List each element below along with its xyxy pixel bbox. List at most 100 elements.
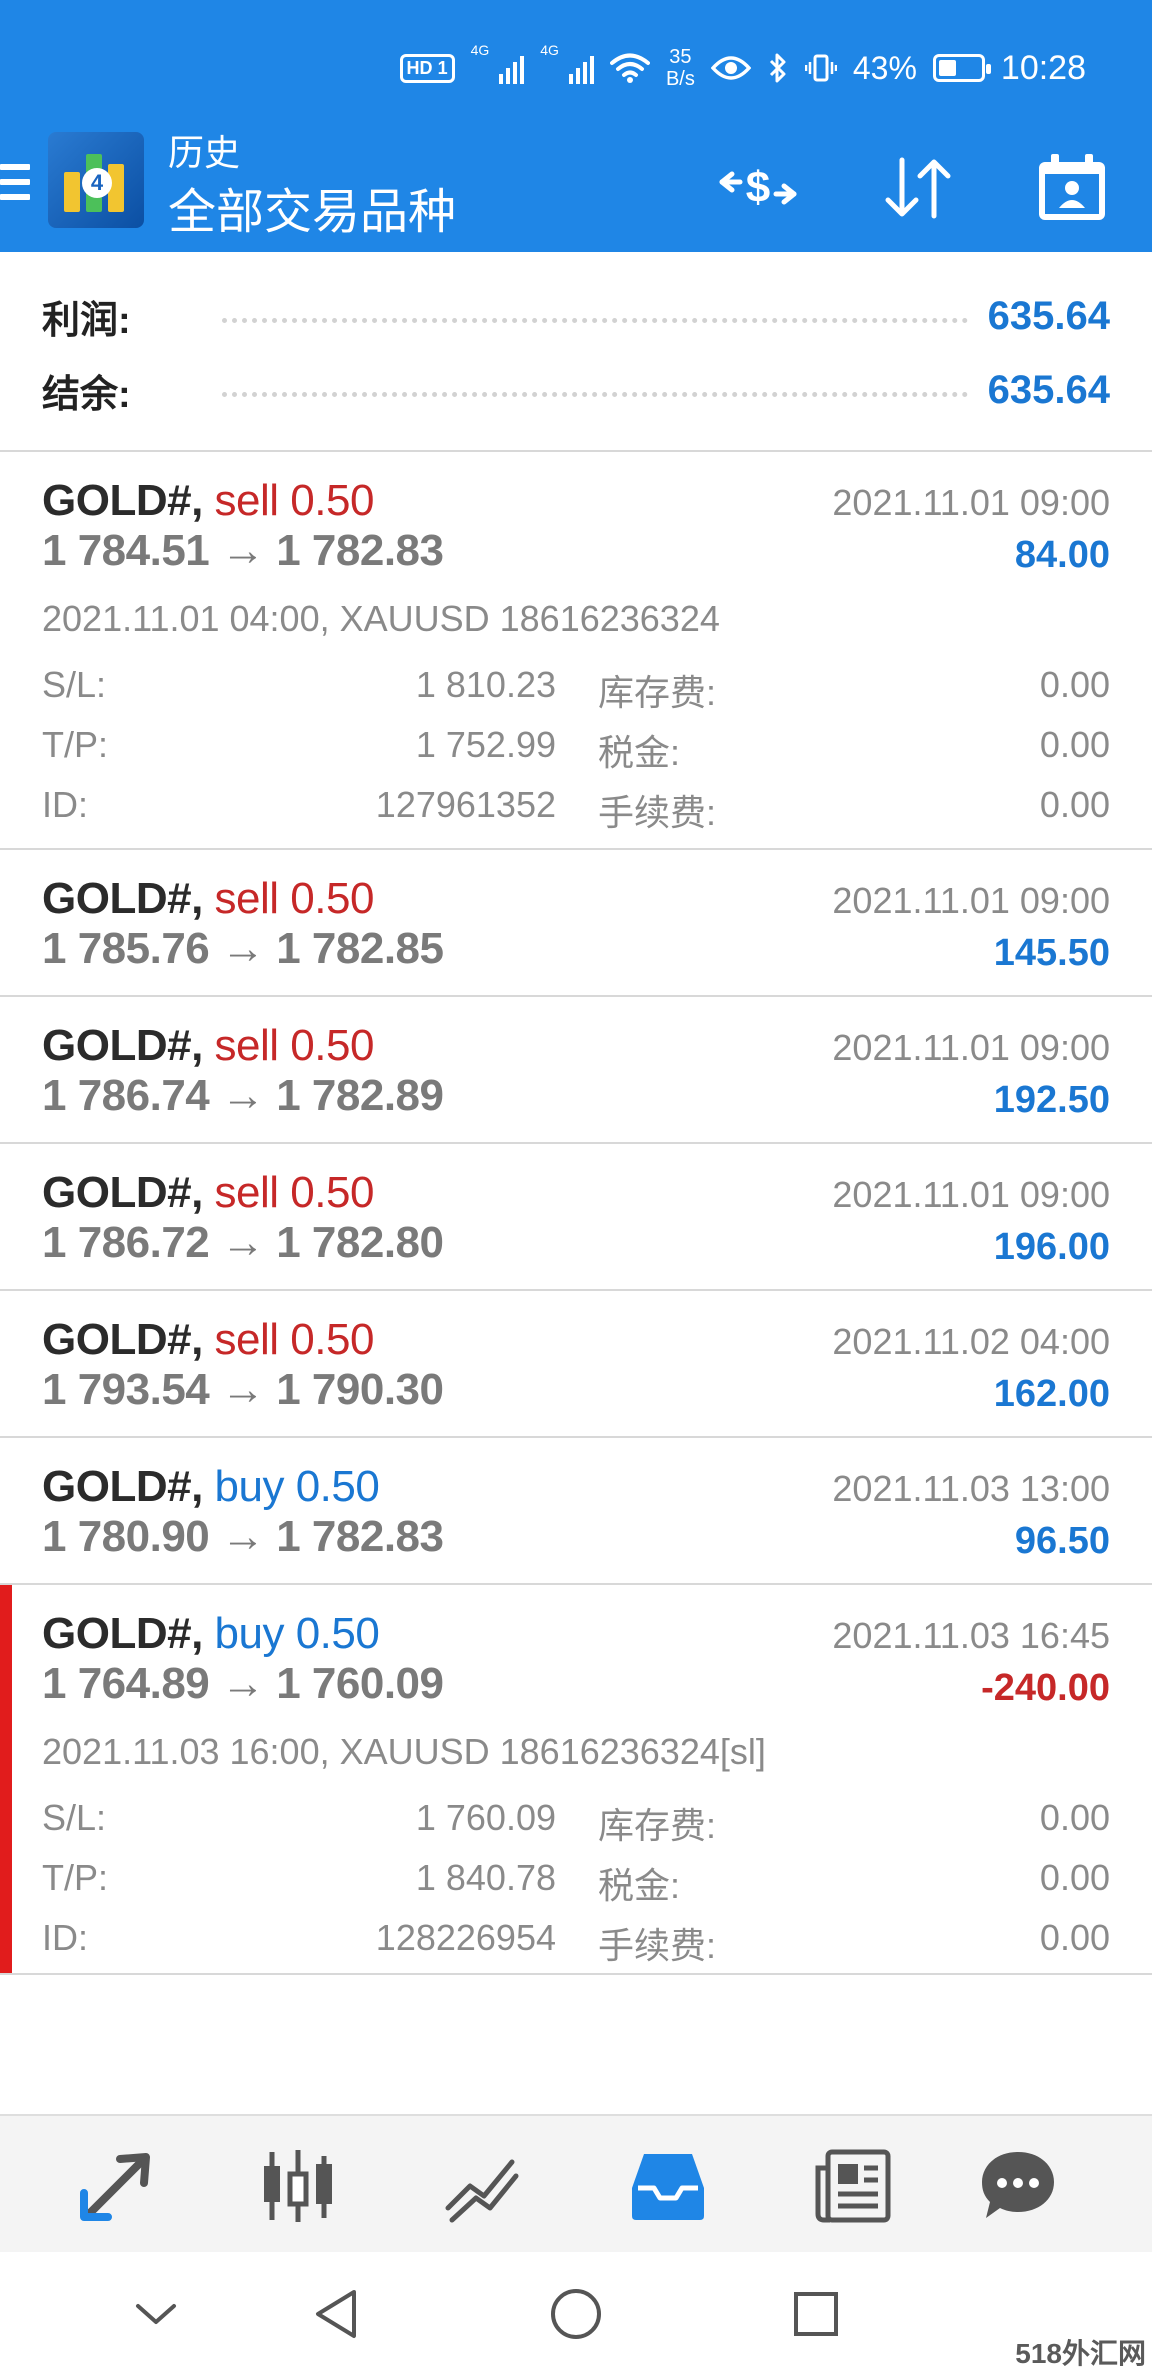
- app-bar: 4 历史 全部交易品种 $: [0, 120, 1152, 252]
- id-value: 128226954: [375, 1917, 556, 1958]
- trade-symbol: GOLD#,: [42, 1021, 203, 1070]
- trade-profit: 192.50: [993, 1079, 1110, 1121]
- detail-row: ID: 127961352 手续费: 0.00: [42, 776, 1110, 836]
- network-speed-value: 35: [669, 46, 692, 68]
- trade-row[interactable]: GOLD#, buy 0.50 1 780.90 → 1 782.83 2021…: [0, 1438, 1152, 1585]
- trade-row-selected[interactable]: GOLD#, buy 0.50 1 764.89 → 1 760.09 2021…: [0, 1585, 1152, 1975]
- system-nav-bar: 518外汇网: [0, 2252, 1152, 2376]
- trade-side: sell 0.50: [214, 1021, 375, 1070]
- trade-prices: 1 786.72 → 1 782.80: [42, 1218, 444, 1267]
- sl-value: 1 760.09: [415, 1797, 556, 1838]
- bluetooth-icon: [769, 53, 786, 83]
- chat-bubble-icon[interactable]: [970, 2144, 1066, 2228]
- recents-square-icon[interactable]: [780, 2278, 852, 2350]
- trade-symbol-line: GOLD#, buy 0.50: [42, 1609, 380, 1659]
- detail-row: ID: 128226954 手续费: 0.00: [42, 1909, 1110, 1969]
- trade-side: sell 0.50: [214, 1315, 375, 1364]
- app-logo: 4: [48, 132, 144, 228]
- trade-symbol: GOLD#,: [42, 874, 203, 923]
- trade-row[interactable]: GOLD#, sell 0.50 1 786.74 → 1 782.89 202…: [0, 997, 1152, 1144]
- trend-lines-icon[interactable]: [434, 2144, 530, 2228]
- battery-fill: [938, 60, 956, 76]
- trade-profit: 84.00: [1014, 534, 1110, 576]
- hd-voice-icon: HD 1: [399, 53, 455, 83]
- logo-badge: 4: [82, 168, 112, 198]
- trade-prices: 1 793.54 → 1 790.30: [42, 1365, 444, 1414]
- battery-icon: [932, 54, 991, 82]
- tax-label: 税金:: [598, 732, 681, 773]
- fee-value: 0.00: [1039, 1917, 1110, 1958]
- sl-label: S/L:: [42, 1797, 107, 1838]
- sort-icon[interactable]: [878, 148, 958, 228]
- home-circle-icon[interactable]: [540, 2278, 612, 2350]
- id-label: ID:: [42, 784, 89, 825]
- network-type-1: 4G: [470, 42, 490, 58]
- trade-prices: 1 784.51 → 1 782.83: [42, 526, 444, 575]
- sl-value: 1 810.23: [415, 664, 556, 705]
- sl-label: S/L:: [42, 664, 107, 705]
- top-bar: HD 1 4G 4G 35 B/s 43% 10:28 4 历史 全部交易品种 …: [0, 0, 1152, 252]
- trade-close-time: 2021.11.02 04:00: [832, 1321, 1110, 1362]
- dotted-leader: [222, 317, 968, 323]
- network-speed: 35 B/s: [666, 46, 695, 90]
- trade-row[interactable]: GOLD#, sell 0.50 1 785.76 → 1 782.85 202…: [0, 850, 1152, 997]
- battery-percent: 43%: [852, 49, 917, 86]
- trade-side: buy 0.50: [214, 1462, 380, 1511]
- status-bar: HD 1 4G 4G 35 B/s 43% 10:28: [0, 0, 1152, 120]
- trade-profit: 162.00: [993, 1373, 1110, 1415]
- trade-row[interactable]: GOLD#, sell 0.50 1 793.54 → 1 790.30 202…: [0, 1291, 1152, 1438]
- symbol-filter-title[interactable]: 全部交易品种: [168, 172, 456, 242]
- svg-text:$: $: [746, 163, 770, 212]
- trade-row[interactable]: GOLD#, sell 0.50 1 786.72 → 1 782.80 202…: [0, 1144, 1152, 1291]
- summary-panel: 利润: 635.64 结余: 635.64: [0, 252, 1152, 452]
- chevron-down-icon[interactable]: [120, 2278, 192, 2350]
- hd-sim-label: 1: [437, 57, 448, 78]
- trade-profit: 196.00: [993, 1226, 1110, 1268]
- trade-profit: 145.50: [993, 932, 1110, 974]
- back-triangle-icon[interactable]: [300, 2278, 372, 2350]
- trade-symbol-line: GOLD#, sell 0.50: [42, 1021, 374, 1071]
- trade-close-time: 2021.11.03 16:45: [832, 1615, 1110, 1656]
- trade-open-info: 2021.11.03 16:00, XAUUSD 18616236324[sl]: [42, 1731, 766, 1772]
- trade-symbol-line: GOLD#, sell 0.50: [42, 476, 374, 526]
- id-value: 127961352: [375, 784, 556, 825]
- profit-value: 635.64: [987, 293, 1110, 338]
- detail-row: T/P: 1 752.99 税金: 0.00: [42, 716, 1110, 776]
- id-label: ID:: [42, 1917, 89, 1958]
- tp-value: 1 752.99: [415, 724, 556, 765]
- eye-icon: [710, 56, 751, 80]
- trade-prices: 1 785.76 → 1 782.85: [42, 924, 444, 973]
- trade-close-time: 2021.11.01 09:00: [832, 1027, 1110, 1068]
- quotes-arrows-icon[interactable]: [68, 2144, 164, 2228]
- tax-value: 0.00: [1039, 1857, 1110, 1898]
- tp-label: T/P:: [42, 724, 109, 765]
- hd-label: HD: [406, 57, 433, 78]
- trade-symbol: GOLD#,: [42, 1462, 203, 1511]
- trade-close-time: 2021.11.01 09:00: [832, 1174, 1110, 1215]
- trade-prices: 1 780.90 → 1 782.83: [42, 1512, 444, 1561]
- dotted-leader: [222, 391, 968, 397]
- network-speed-unit: B/s: [665, 68, 695, 90]
- menu-icon[interactable]: [0, 164, 30, 204]
- trade-row[interactable]: GOLD#, sell 0.50 1 784.51 → 1 782.83 202…: [0, 452, 1152, 850]
- wifi-icon: [609, 53, 650, 83]
- detail-row: S/L: 1 810.23 库存费: 0.00: [42, 656, 1110, 716]
- news-icon[interactable]: [804, 2144, 900, 2228]
- trade-side: buy 0.50: [214, 1609, 380, 1658]
- calendar-user-icon[interactable]: [1032, 148, 1112, 228]
- inbox-history-icon[interactable]: [620, 2144, 716, 2228]
- trade-symbol-line: GOLD#, sell 0.50: [42, 874, 374, 924]
- balance-row: 结余: 635.64: [42, 360, 1110, 420]
- trade-prices: 1 786.74 → 1 782.89: [42, 1071, 444, 1120]
- tax-label: 税金:: [598, 1865, 681, 1906]
- trade-side: sell 0.50: [214, 476, 375, 525]
- candlestick-chart-icon[interactable]: [250, 2144, 346, 2228]
- trade-symbol-line: GOLD#, buy 0.50: [42, 1462, 380, 1512]
- tp-label: T/P:: [42, 1857, 109, 1898]
- swap-value: 0.00: [1039, 1797, 1110, 1838]
- currency-exchange-icon[interactable]: $: [718, 148, 798, 228]
- trade-symbol: GOLD#,: [42, 1609, 203, 1658]
- trade-symbol: GOLD#,: [42, 476, 203, 525]
- balance-value: 635.64: [987, 367, 1110, 412]
- watermark: 518外汇网: [1015, 2338, 1146, 2369]
